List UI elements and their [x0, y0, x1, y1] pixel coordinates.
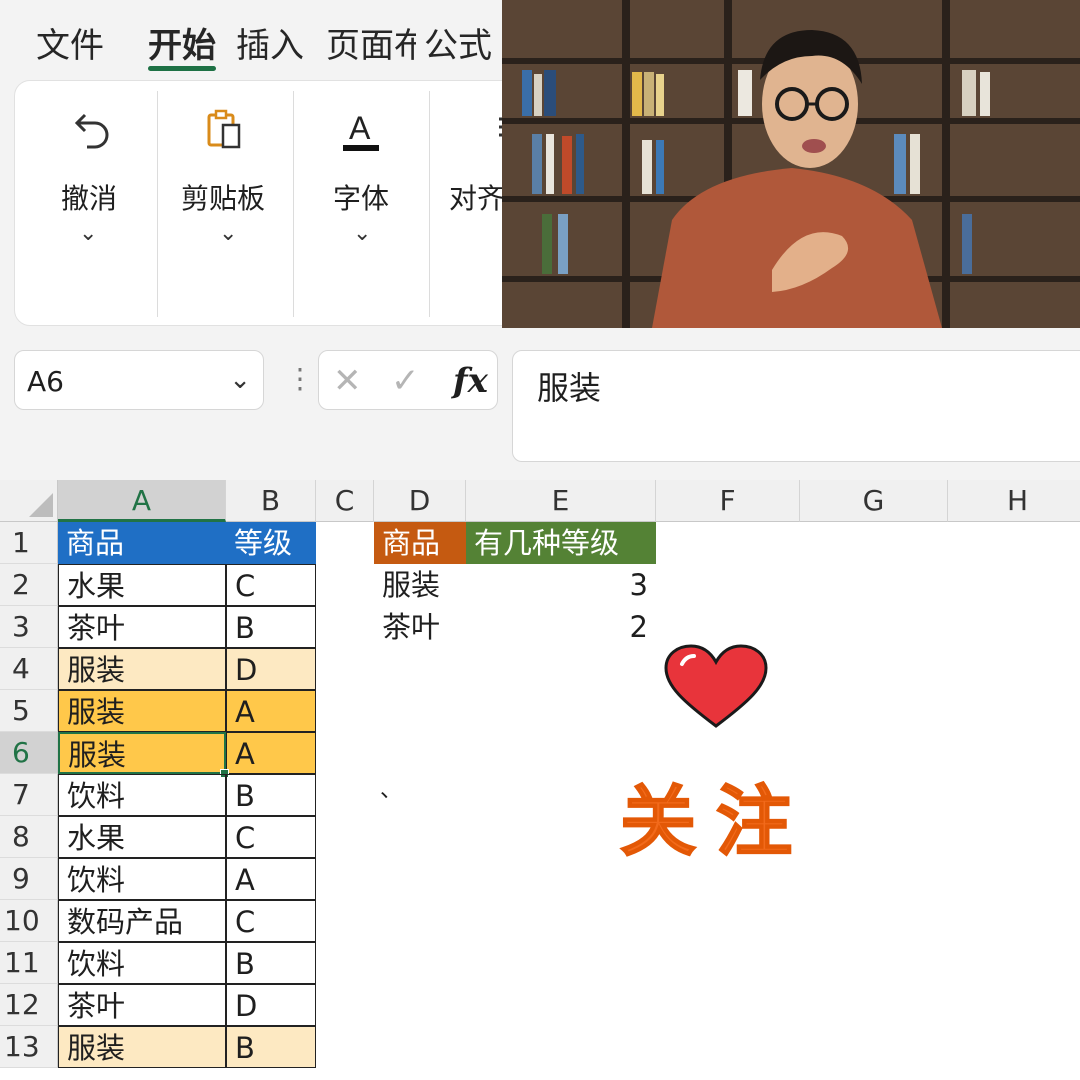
ribbon-separator [293, 91, 294, 317]
active-tab-indicator [148, 66, 216, 71]
row-header-11[interactable]: 11 [0, 942, 58, 984]
row-header-6[interactable]: 6 [0, 732, 58, 774]
clipboard-group[interactable]: 剪贴板 ⌄ [179, 81, 299, 327]
table-cell[interactable]: B [226, 1026, 316, 1068]
table-cell[interactable]: B [226, 606, 316, 648]
table-cell[interactable]: C [226, 816, 316, 858]
table-cell[interactable]: 茶叶 [58, 606, 226, 648]
tab-insert[interactable]: 插入 [236, 18, 304, 67]
column-header-d[interactable]: D [374, 480, 466, 522]
svg-text:A: A [349, 110, 371, 146]
presenter-video-overlay [502, 0, 1080, 328]
table-cell[interactable]: 饮料 [58, 942, 226, 984]
column-header-g[interactable]: G [800, 480, 948, 522]
column-header-f[interactable]: F [656, 480, 800, 522]
active-cell-a6[interactable]: 服装 [58, 732, 226, 774]
formula-input[interactable]: 服装 [512, 350, 1080, 462]
clipboard-label: 剪贴板 [181, 182, 266, 215]
table-cell[interactable]: 数码产品 [58, 900, 226, 942]
row-header-4[interactable]: 4 [0, 648, 58, 690]
table-cell[interactable]: 水果 [58, 564, 226, 606]
column-header-e[interactable]: E [466, 480, 656, 522]
select-all-button[interactable] [0, 480, 58, 522]
table-cell[interactable]: A [226, 690, 316, 732]
tab-page-layout[interactable]: 页面布 [326, 18, 416, 67]
table1-header-product[interactable]: 商品 [58, 522, 226, 564]
table-cell[interactable]: 3 [466, 564, 656, 606]
name-box[interactable]: A6 ⌄ [14, 350, 264, 410]
table-cell[interactable]: D [226, 648, 316, 690]
chevron-down-icon[interactable]: ⌄ [219, 221, 237, 246]
undo-icon [74, 113, 109, 149]
vertical-dots-icon[interactable]: ⋮ [286, 362, 314, 395]
row-header-2[interactable]: 2 [0, 564, 58, 606]
table-cell[interactable]: 饮料 [58, 858, 226, 900]
table-cell[interactable]: 服装 [58, 648, 226, 690]
font-group[interactable]: A 字体 ⌄ [319, 81, 429, 327]
table-cell[interactable]: 2 [466, 606, 656, 648]
column-header-b[interactable]: B [226, 480, 316, 522]
table-cell[interactable]: 水果 [58, 816, 226, 858]
column-header-h[interactable]: H [948, 480, 1080, 522]
row-header-7[interactable]: 7 [0, 774, 58, 816]
row-header-9[interactable]: 9 [0, 858, 58, 900]
tab-formulas[interactable]: 公式 [424, 18, 492, 67]
column-header-c[interactable]: C [316, 480, 374, 522]
heart-icon [664, 644, 768, 728]
table2-header-grade-count[interactable]: 有几种等级 [466, 522, 656, 564]
table-cell[interactable]: C [226, 564, 316, 606]
undo-label: 撤消 [61, 182, 118, 215]
chevron-down-icon[interactable]: ⌄ [353, 221, 371, 246]
table-cell[interactable]: A [226, 732, 316, 774]
formula-content: 服装 [537, 369, 602, 407]
formula-buttons: ✕ ✓ fx [318, 350, 498, 410]
tab-file[interactable]: 文件 [36, 18, 104, 67]
row-header-12[interactable]: 12 [0, 984, 58, 1026]
table-cell[interactable]: 服装 [374, 564, 466, 606]
row-header-8[interactable]: 8 [0, 816, 58, 858]
table-cell[interactable]: B [226, 774, 316, 816]
row-header-10[interactable]: 10 [0, 900, 58, 942]
presenter-image [502, 0, 1080, 328]
row-header-5[interactable]: 5 [0, 690, 58, 732]
table-cell[interactable]: 服装 [58, 1026, 226, 1068]
stray-mark: 、 [380, 778, 402, 803]
follow-badge[interactable]: 关注 [619, 760, 812, 870]
clipboard-icon [207, 109, 241, 149]
table-cell[interactable]: C [226, 900, 316, 942]
row-header-1[interactable]: 1 [0, 522, 58, 564]
table-cell[interactable]: 服装 [58, 690, 226, 732]
insert-function-button[interactable]: fx [453, 361, 488, 401]
worksheet-grid[interactable]: A B C D E F G H 1 2 3 4 5 6 7 8 9 10 11 … [0, 480, 1080, 1080]
cancel-icon[interactable]: ✕ [333, 361, 362, 401]
row-header-13[interactable]: 13 [0, 1026, 58, 1068]
table-cell[interactable]: A [226, 858, 316, 900]
column-header-a[interactable]: A [58, 480, 226, 522]
ribbon-separator [157, 91, 158, 317]
name-box-value: A6 [27, 365, 64, 398]
table-cell[interactable]: 茶叶 [374, 606, 466, 648]
table-cell[interactable]: 茶叶 [58, 984, 226, 1026]
alignment-label: 对齐 [449, 182, 506, 215]
row-header-3[interactable]: 3 [0, 606, 58, 648]
table1-header-grade[interactable]: 等级 [226, 522, 316, 564]
table-cell[interactable]: B [226, 942, 316, 984]
chevron-down-icon[interactable]: ⌄ [229, 365, 251, 395]
tab-home[interactable]: 开始 [148, 18, 216, 67]
table2-header-product[interactable]: 商品 [374, 522, 466, 564]
undo-group[interactable]: 撤消 ⌄ [55, 81, 165, 327]
table-cell[interactable]: 饮料 [58, 774, 226, 816]
chevron-down-icon[interactable]: ⌄ [79, 221, 97, 246]
ribbon-separator [429, 91, 430, 317]
font-color-icon: A [343, 110, 379, 151]
table-cell[interactable]: D [226, 984, 316, 1026]
confirm-icon[interactable]: ✓ [391, 361, 420, 401]
font-label: 字体 [333, 182, 390, 215]
